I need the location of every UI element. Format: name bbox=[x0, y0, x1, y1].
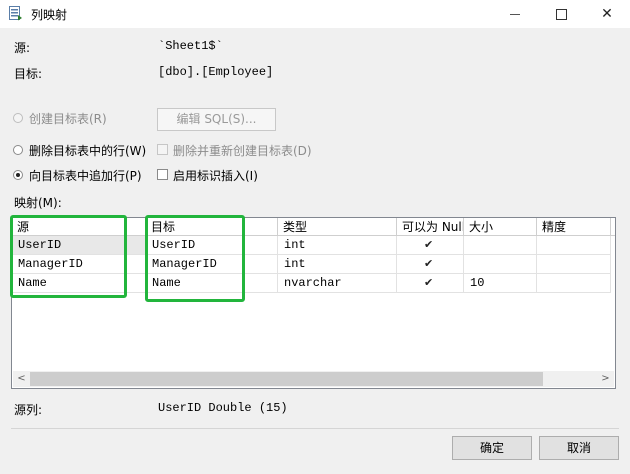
column-header-precision[interactable]: 精度 bbox=[537, 218, 611, 236]
column-mapping-icon bbox=[9, 6, 22, 21]
divider bbox=[11, 428, 619, 429]
drop-recreate-checkbox[interactable] bbox=[157, 144, 168, 155]
source-column-label: 源列: bbox=[14, 403, 43, 417]
cell-precision[interactable] bbox=[537, 236, 611, 255]
close-button[interactable]: ✕ bbox=[584, 0, 630, 28]
column-header-size[interactable]: 大小 bbox=[464, 218, 537, 236]
window-title: 列映射 bbox=[31, 8, 68, 22]
append-rows-radio[interactable] bbox=[13, 170, 23, 180]
source-column-value: UserID Double (15) bbox=[158, 401, 288, 415]
cell-type[interactable]: int bbox=[278, 255, 397, 274]
identity-insert-label: 启用标识插入(I) bbox=[173, 169, 258, 183]
column-header-type[interactable]: 类型 bbox=[278, 218, 397, 236]
nullable-checkbox[interactable]: ✔ bbox=[424, 277, 435, 288]
cell-size[interactable]: 10 bbox=[464, 274, 537, 293]
delete-rows-radio[interactable] bbox=[13, 145, 23, 155]
minimize-icon bbox=[510, 13, 520, 15]
maximize-button[interactable] bbox=[538, 0, 584, 28]
append-rows-label: 向目标表中追加行(P) bbox=[29, 169, 142, 183]
create-table-label: 创建目标表(R) bbox=[29, 112, 107, 126]
ok-button[interactable]: 确定 bbox=[452, 436, 532, 460]
maximize-icon bbox=[555, 8, 567, 20]
close-icon: ✕ bbox=[601, 6, 613, 22]
title-bar: 列映射 ✕ bbox=[0, 0, 630, 28]
source-value: `Sheet1$` bbox=[158, 39, 223, 53]
cell-nullable[interactable]: ✔ bbox=[397, 255, 464, 274]
delete-rows-label: 删除目标表中的行(W) bbox=[29, 144, 147, 158]
scroll-thumb[interactable] bbox=[30, 372, 543, 386]
mappings-label: 映射(M): bbox=[14, 196, 62, 210]
nullable-checkbox[interactable]: ✔ bbox=[424, 258, 435, 269]
scroll-right-icon[interactable]: > bbox=[597, 371, 614, 387]
edit-sql-button[interactable]: 编辑 SQL(S)... bbox=[157, 108, 276, 131]
cell-precision[interactable] bbox=[537, 255, 611, 274]
cell-size[interactable] bbox=[464, 255, 537, 274]
cell-type[interactable]: nvarchar bbox=[278, 274, 397, 293]
scroll-left-icon[interactable]: < bbox=[13, 371, 30, 387]
source-column-highlight bbox=[10, 215, 127, 298]
cell-nullable[interactable]: ✔ bbox=[397, 236, 464, 255]
create-table-radio[interactable] bbox=[13, 113, 23, 123]
cell-precision[interactable] bbox=[537, 274, 611, 293]
target-column-highlight bbox=[145, 215, 245, 302]
column-header-nullable[interactable]: 可以为 Null bbox=[397, 218, 464, 236]
cell-size[interactable] bbox=[464, 236, 537, 255]
target-value: [dbo].[Employee] bbox=[158, 65, 274, 79]
drop-recreate-label: 删除并重新创建目标表(D) bbox=[173, 144, 312, 158]
minimize-button[interactable] bbox=[492, 0, 538, 28]
nullable-checkbox[interactable]: ✔ bbox=[424, 239, 435, 250]
horizontal-scrollbar[interactable]: < > bbox=[13, 371, 614, 387]
identity-insert-checkbox[interactable] bbox=[157, 169, 168, 180]
cell-type[interactable]: int bbox=[278, 236, 397, 255]
cancel-button[interactable]: 取消 bbox=[539, 436, 619, 460]
column-header-scale[interactable]: 小 bbox=[611, 218, 615, 236]
target-label: 目标: bbox=[14, 67, 43, 81]
source-label: 源: bbox=[14, 41, 31, 55]
cell-nullable[interactable]: ✔ bbox=[397, 274, 464, 293]
